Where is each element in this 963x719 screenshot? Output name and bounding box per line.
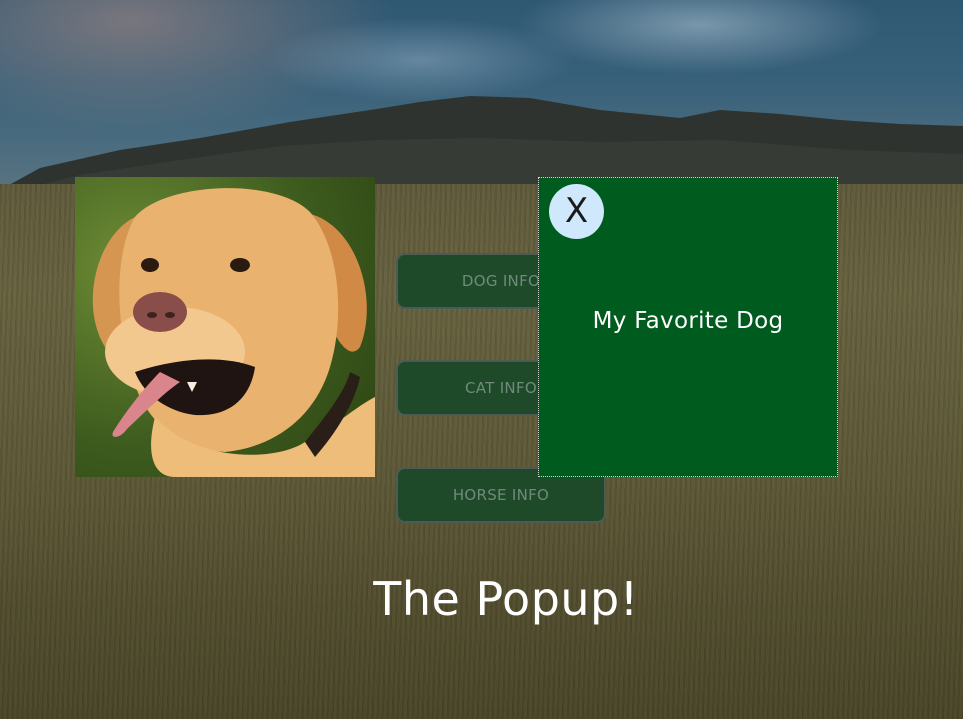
popup-dialog: X My Favorite Dog <box>538 177 838 477</box>
dog-photo <box>75 177 375 477</box>
close-button[interactable]: X <box>549 184 604 239</box>
popup-message: My Favorite Dog <box>592 308 784 334</box>
page-title: The Popup! <box>373 572 639 626</box>
dog-icon <box>92 188 375 477</box>
